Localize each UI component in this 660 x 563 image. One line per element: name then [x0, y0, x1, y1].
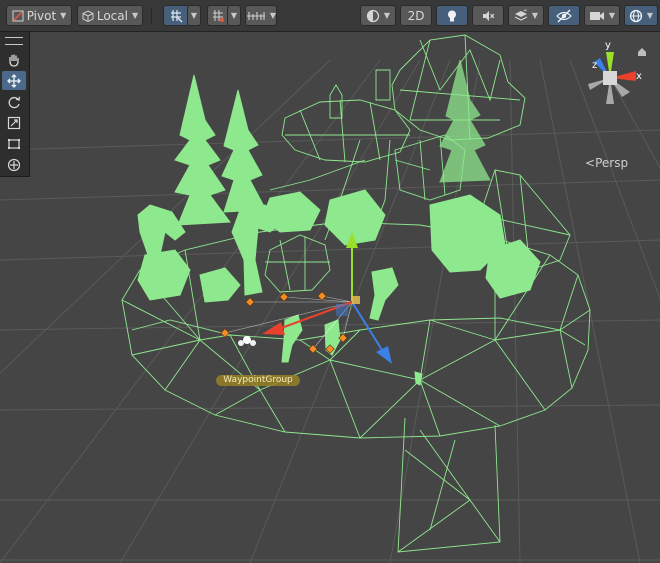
drag-handle[interactable] [5, 37, 23, 45]
chevron-down-icon: ▼ [131, 11, 139, 20]
chevron-down-icon: ▼ [608, 11, 616, 20]
mode-2d-button[interactable]: 2D [400, 5, 432, 26]
pine-tree-1 [174, 74, 231, 226]
mode-2d-label: 2D [407, 8, 425, 23]
effects-layers-icon [514, 9, 528, 21]
transform-tool-button[interactable] [2, 155, 26, 174]
gizmo-center [352, 296, 360, 304]
scene-visibility-button[interactable] [548, 5, 580, 26]
increment-snap-dropdown[interactable]: ▼ [227, 5, 241, 26]
local-label: Local [96, 8, 128, 23]
grid-snapping-dropdown[interactable]: ▼ [187, 5, 201, 26]
bush-tree [324, 189, 386, 246]
gizmo-y-label: y [605, 40, 611, 51]
shrub-far [199, 267, 241, 303]
ruler-snap-button[interactable]: ▼ [245, 5, 277, 26]
waypoint-marker [245, 297, 255, 307]
island-stalk [397, 417, 501, 553]
rect-transform-icon [8, 138, 20, 149]
camera-dropdown[interactable]: ▼ [584, 5, 620, 26]
lightbulb-icon [448, 10, 456, 21]
z-axis-arrow [376, 346, 392, 364]
projection-toggle[interactable]: <Persp [585, 156, 628, 170]
pivot-icon [12, 10, 24, 21]
pivot-label: Pivot [26, 8, 57, 23]
move-arrows-icon [7, 73, 21, 88]
chevron-down-icon: ▼ [269, 11, 276, 20]
audio-toggle-button[interactable] [472, 5, 504, 26]
cube-icon [82, 9, 94, 22]
scale-tool-button[interactable] [2, 113, 26, 132]
rotate-tool-button[interactable] [2, 92, 26, 111]
effects-dropdown[interactable]: ▼ [508, 5, 544, 26]
increment-snap-button[interactable] [207, 5, 229, 26]
waypoint-marker [308, 344, 318, 354]
rock-boulder [264, 234, 331, 293]
pine-tree-2 [221, 89, 267, 213]
xz-plane-handle [336, 304, 348, 316]
bush-left [137, 249, 191, 301]
chevron-down-icon: ▼ [230, 11, 238, 20]
orientation-gizmo: y x z [588, 40, 646, 104]
x-axis-arrow [262, 322, 285, 335]
scene-toolbar: Pivot ▼ Local ▼ ▼ ▼ ▼ ▼ 2D ▼ ▼ ▼ [0, 0, 660, 32]
chevron-down-icon: ▼ [383, 11, 391, 20]
chevron-down-icon: ▼ [60, 11, 67, 20]
lock-icon [638, 48, 646, 56]
hand-icon [9, 54, 19, 67]
projection-label: Persp [595, 156, 629, 170]
hand-tool-button[interactable] [2, 50, 26, 69]
chevron-down-icon: ▼ [531, 11, 539, 20]
tower [329, 69, 391, 119]
local-dropdown[interactable]: Local ▼ [77, 5, 143, 26]
grid-snap-icon [171, 9, 183, 22]
gizmos-dropdown[interactable]: ▼ [624, 5, 658, 26]
ruler-icon [247, 11, 265, 20]
scene-lighting-button[interactable] [436, 5, 468, 26]
rect-tool-button[interactable] [2, 134, 26, 153]
chevron-down-icon: ▼ [646, 11, 654, 20]
scene-canvas: y x z [0, 34, 660, 563]
snap-grid-icon [213, 9, 224, 22]
eye-slash-icon [556, 9, 572, 22]
gizmo-z-label: z [592, 60, 597, 71]
pivot-dropdown[interactable]: Pivot ▼ [6, 5, 72, 26]
waypoint-marker [317, 291, 327, 301]
pine-tree-3 [439, 59, 491, 183]
draw-mode-dropdown[interactable]: ▼ [360, 5, 396, 26]
waypoint-marker [279, 292, 289, 302]
camera-icon [589, 11, 604, 20]
speaker-muted-icon [483, 10, 495, 21]
vegetation [137, 59, 541, 386]
gizmo-x-label: x [636, 71, 642, 82]
round-tree-right [485, 239, 541, 299]
waypoint-group-label: WaypointGroup [216, 375, 300, 386]
waypoint-group-icon [238, 336, 256, 346]
divider [151, 7, 152, 24]
move-tool-button[interactable] [2, 71, 26, 90]
tools-overlay [0, 31, 30, 177]
scale-icon [7, 116, 21, 129]
small-plant-3 [369, 267, 399, 321]
gizmo-center-cube [603, 71, 617, 85]
shading-sphere-icon [366, 9, 380, 22]
gizmo-globe-icon [629, 9, 643, 22]
grid-snapping-button[interactable] [163, 5, 189, 26]
rotate-icon [8, 96, 21, 108]
transform-icon [7, 158, 21, 171]
perspective-icon: < [585, 156, 596, 170]
chevron-down-icon: ▼ [190, 11, 198, 20]
scene-viewport[interactable]: y x z <Persp WaypointGroup [0, 32, 660, 563]
